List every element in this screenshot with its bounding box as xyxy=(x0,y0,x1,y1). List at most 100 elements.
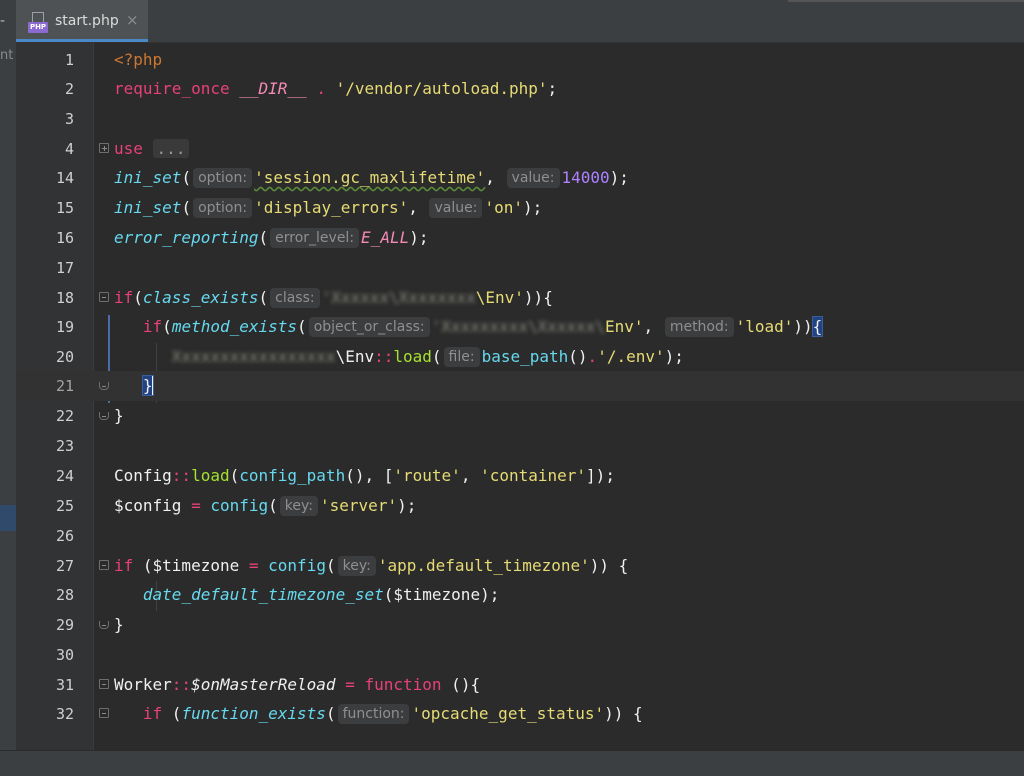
code-text: Worker::$onMasterReload = function (){ xyxy=(114,675,481,694)
fold-end-icon[interactable] xyxy=(99,382,109,390)
keyword: if xyxy=(114,556,134,575)
method-name: load xyxy=(191,466,230,485)
tab-bar-top-line xyxy=(788,0,1024,2)
method-name: load xyxy=(393,347,432,366)
string-literal: 'container' xyxy=(480,466,587,485)
fold-collapse-icon[interactable] xyxy=(99,679,109,689)
code-line[interactable]: 30 xyxy=(16,640,1024,670)
php-file-page xyxy=(32,12,44,22)
php-file-icon: PHP xyxy=(28,12,48,34)
code-line[interactable]: 1 <?php xyxy=(16,45,1024,75)
code-line[interactable]: 32 if (function_exists(function:'opcache… xyxy=(16,699,1024,729)
code-line[interactable]: 20 Xxxxxxxxxxxxxxxxx\Env::load(file: base… xyxy=(16,342,1024,372)
code-line[interactable]: 29 } xyxy=(16,610,1024,640)
code-line[interactable]: 19 if(method_exists(object_or_class: 'Xxx… xyxy=(16,312,1024,342)
code-line[interactable]: 18 if(class_exists(class: 'Xxxxxx\Xxxxxxx… xyxy=(16,283,1024,313)
code-line[interactable]: 16 error_reporting(error_level: E_ALL); xyxy=(16,223,1024,253)
param-hint: error_level: xyxy=(270,228,360,248)
line-number: 29 xyxy=(55,616,74,634)
line-number: 15 xyxy=(55,199,74,217)
param-hint: value: xyxy=(429,198,483,218)
php-badge: PHP xyxy=(28,22,48,33)
line-number: 3 xyxy=(64,110,74,128)
fold-expand-icon[interactable] xyxy=(99,143,109,153)
code-line[interactable]: 24 Config::load(config_path(), ['route',… xyxy=(16,461,1024,491)
keyword: require_once xyxy=(114,79,230,98)
fold-collapse-icon[interactable] xyxy=(99,292,109,302)
class-name: Config xyxy=(114,466,172,485)
line-number: 22 xyxy=(55,407,74,425)
close-icon[interactable]: × xyxy=(126,11,139,29)
param-hint: class: xyxy=(270,288,320,308)
code-text: Xxxxxxxxxxxxxxxxx\Env::load(file: base_pa… xyxy=(171,347,684,367)
code-line[interactable]: 25 $config = config(key:'server'); xyxy=(16,491,1024,521)
code-text: if(class_exists(class: 'Xxxxxx\Xxxxxxxx\E… xyxy=(114,288,553,308)
function-name: ini_set xyxy=(114,168,182,187)
function-name: config_path xyxy=(239,466,346,485)
code-text: if(method_exists(object_or_class: 'Xxxxxx… xyxy=(142,316,824,337)
code-line[interactable]: 27 if ($timezone = config(key:'app.defau… xyxy=(16,551,1024,581)
param-hint: function: xyxy=(337,704,410,724)
string-literal: 'app.default_timezone' xyxy=(377,556,590,575)
line-number: 20 xyxy=(55,348,74,366)
code-text: if (function_exists(function:'opcache_ge… xyxy=(142,704,643,724)
code-editor[interactable]: 1 <?php 2 require_once __DIR__ . '/vendo… xyxy=(16,43,1024,750)
code-line[interactable]: 4 use ... xyxy=(16,134,1024,164)
keyword: if xyxy=(114,288,134,307)
fold-collapse-icon[interactable] xyxy=(99,708,109,718)
code-line[interactable]: 17 xyxy=(16,253,1024,283)
string-literal: 'server' xyxy=(320,496,398,515)
line-number: 16 xyxy=(55,229,74,247)
string-literal: 'display_errors' xyxy=(254,198,409,217)
folded-region[interactable]: ... xyxy=(152,139,190,158)
line-number: 24 xyxy=(55,467,74,485)
keyword: function xyxy=(364,675,442,694)
line-number: 18 xyxy=(55,289,74,307)
string-literal: 'session.gc_maxlifetime' xyxy=(254,168,486,187)
code-line[interactable]: 28 date_default_timezone_set($timezone); xyxy=(16,580,1024,610)
operator: . xyxy=(316,79,326,98)
fold-collapse-icon[interactable] xyxy=(99,560,109,570)
project-panel-clipped-label: nt xyxy=(0,48,14,63)
line-number: 30 xyxy=(55,646,74,664)
code-text: error_reporting(error_level: E_ALL); xyxy=(114,228,429,248)
string-literal: \Env' xyxy=(475,288,524,307)
code-line[interactable]: 22 } xyxy=(16,401,1024,431)
tab-label: start.php xyxy=(55,13,119,29)
php-open-tag: <?php xyxy=(114,50,163,69)
fold-end-icon[interactable] xyxy=(99,621,109,629)
line-number: 31 xyxy=(55,676,74,694)
constant: __DIR__ xyxy=(239,79,307,98)
function-name: config xyxy=(268,556,326,575)
line-number: 2 xyxy=(64,80,74,98)
code-line-current[interactable]: 21 } xyxy=(16,371,1024,401)
code-line[interactable]: 3 xyxy=(16,104,1024,134)
string-literal: '/vendor/autoload.php' xyxy=(335,79,548,98)
code-text: date_default_timezone_set($timezone); xyxy=(142,585,500,604)
project-tree-selection xyxy=(0,505,16,531)
code-line[interactable]: 26 xyxy=(16,521,1024,551)
line-number: 27 xyxy=(55,557,74,575)
code-text: <?php xyxy=(114,49,162,71)
function-name: function_exists xyxy=(181,704,326,723)
code-text: Config::load(config_path(), ['route', 'c… xyxy=(114,466,615,485)
code-line[interactable]: 2 require_once __DIR__ . '/vendor/autolo… xyxy=(16,74,1024,104)
code-line[interactable]: 14 ini_set(option:'session.gc_maxlifetim… xyxy=(16,163,1024,193)
line-number: 32 xyxy=(55,705,74,723)
number-literal: 14000 xyxy=(561,168,610,187)
constant: E_ALL xyxy=(361,228,410,247)
panel-minimize-dash[interactable]: - xyxy=(0,13,5,29)
code-text: $config = config(key:'server'); xyxy=(114,496,417,516)
code-line[interactable]: 15 ini_set(option:'display_errors', valu… xyxy=(16,193,1024,223)
code-line[interactable]: 23 xyxy=(16,431,1024,461)
function-name: class_exists xyxy=(142,288,259,307)
line-number: 1 xyxy=(64,51,74,69)
tab-start-php[interactable]: PHP start.php × xyxy=(16,0,148,42)
redacted-namespace: Xxxxxxxxxxxxxxxxx xyxy=(171,347,336,366)
fold-end-icon[interactable] xyxy=(99,412,109,420)
string-literal: 'opcache_get_status' xyxy=(411,704,605,723)
code-text: ini_set(option:'display_errors', value: '… xyxy=(114,198,543,218)
code-line[interactable]: 31 Worker::$onMasterReload = function ()… xyxy=(16,670,1024,700)
param-hint: method: xyxy=(664,317,734,337)
class-name: \Env xyxy=(335,347,375,366)
